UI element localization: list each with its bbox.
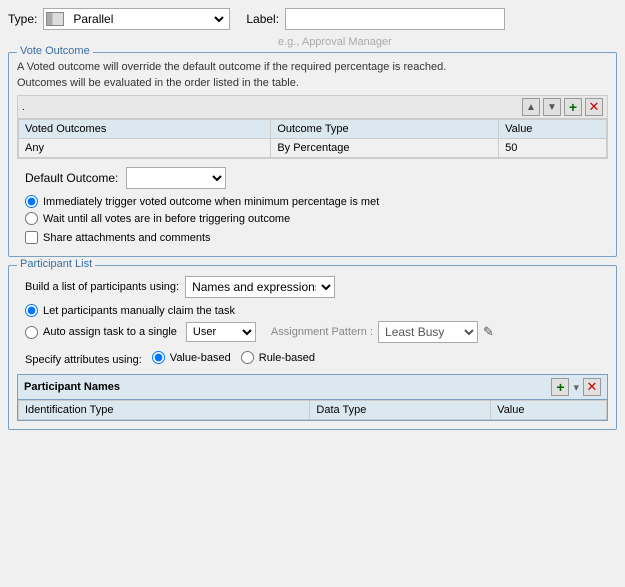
add-participant-button[interactable]: + — [551, 378, 569, 396]
remove-vote-outcome-button[interactable]: ✕ — [585, 98, 603, 116]
participant-table-actions: + ▾ ✕ — [551, 378, 601, 396]
specify-row: Specify attributes using: Value-based Ru… — [25, 351, 608, 368]
radio-immediately[interactable] — [25, 195, 38, 208]
move-down-button[interactable]: ▼ — [543, 98, 561, 116]
vote-desc2: Outcomes will be evaluated in the order … — [17, 77, 608, 89]
col-voted-outcomes: Voted Outcomes — [19, 120, 271, 139]
value-cell: 50 — [499, 139, 607, 158]
default-outcome-select[interactable] — [126, 167, 226, 189]
col-data-type: Data Type — [310, 401, 491, 420]
col-value: Value — [499, 120, 607, 139]
participant-table-title: Participant Names — [24, 381, 120, 393]
vote-outcome-section: Vote Outcome A Voted outcome will overri… — [8, 52, 617, 257]
participant-names-table-container: Participant Names + ▾ ✕ Identification T… — [17, 374, 608, 421]
table-toolbar: . ▲ ▼ + ✕ — [18, 96, 607, 119]
share-attachments-label: Share attachments and comments — [43, 232, 211, 244]
vote-table-container: . ▲ ▼ + ✕ Voted Outcomes Outcome Type Va… — [17, 95, 608, 159]
assignment-pattern-label: Assignment Pattern : — [271, 326, 373, 338]
assignment-pattern-group: Assignment Pattern : Least Busy ✎ — [271, 321, 494, 343]
col-identification-type: Identification Type — [19, 401, 310, 420]
label-label: Label: — [246, 12, 279, 26]
specify-label: Specify attributes using: — [25, 354, 142, 366]
participant-names-table: Identification Type Data Type Value — [18, 400, 607, 420]
parallel-icon — [46, 12, 64, 26]
participant-table-header: Participant Names + ▾ ✕ — [18, 375, 607, 400]
assignment-pattern-select[interactable]: Least Busy — [378, 321, 478, 343]
vote-outcomes-table: Voted Outcomes Outcome Type Value Any By… — [18, 119, 607, 158]
default-outcome-label: Default Outcome: — [25, 171, 118, 185]
build-participants-select[interactable]: Names and expressions — [185, 276, 335, 298]
build-participants-row: Build a list of participants using: Name… — [25, 276, 608, 298]
radio-auto-assign-label: Auto assign task to a single — [43, 326, 177, 338]
radio-wait[interactable] — [25, 212, 38, 225]
type-label: Type: — [8, 12, 37, 26]
radio-rule-based[interactable] — [241, 351, 254, 364]
label-input[interactable]: Approver — [285, 8, 505, 30]
share-attachments-row: Share attachments and comments — [25, 231, 608, 244]
radio-wait-label: Wait until all votes are in before trigg… — [43, 213, 290, 225]
col-outcome-type: Outcome Type — [271, 120, 499, 139]
radio-rule-based-label: Rule-based — [259, 352, 315, 364]
vote-outcome-title: Vote Outcome — [17, 45, 93, 57]
type-select[interactable]: Parallel — [67, 9, 227, 29]
radio-auto-assign[interactable] — [25, 326, 38, 339]
table-row: Any By Percentage 50 — [19, 139, 607, 158]
radio-value-based-label: Value-based — [170, 352, 231, 364]
col-value: Value — [491, 401, 607, 420]
remove-participant-button[interactable]: ✕ — [583, 378, 601, 396]
add-vote-outcome-button[interactable]: + — [564, 98, 582, 116]
edit-assignment-icon[interactable]: ✎ — [483, 324, 494, 340]
assign-radio-group: Let participants manually claim the task… — [25, 304, 608, 343]
radio-manual-claim-label: Let participants manually claim the task — [43, 305, 235, 317]
separator: ▾ — [573, 381, 579, 394]
move-up-button[interactable]: ▲ — [522, 98, 540, 116]
voted-outcome-cell: Any — [19, 139, 271, 158]
vote-desc1: A Voted outcome will override the defaul… — [17, 61, 608, 73]
default-outcome-row: Default Outcome: — [25, 167, 608, 189]
participant-list-section: Participant List Build a list of partici… — [8, 265, 617, 430]
label-hint: e.g., Approval Manager — [278, 36, 392, 48]
assign-type-select[interactable]: User — [186, 322, 256, 342]
outcome-type-cell: By Percentage — [271, 139, 499, 158]
trigger-radio-group: Immediately trigger voted outcome when m… — [25, 195, 608, 225]
radio-value-based[interactable] — [152, 351, 165, 364]
radio-immediately-label: Immediately trigger voted outcome when m… — [43, 196, 379, 208]
build-label: Build a list of participants using: — [25, 281, 179, 293]
participant-list-title: Participant List — [17, 258, 95, 270]
toolbar-dot: . — [22, 102, 25, 113]
share-attachments-checkbox[interactable] — [25, 231, 38, 244]
radio-manual-claim[interactable] — [25, 304, 38, 317]
